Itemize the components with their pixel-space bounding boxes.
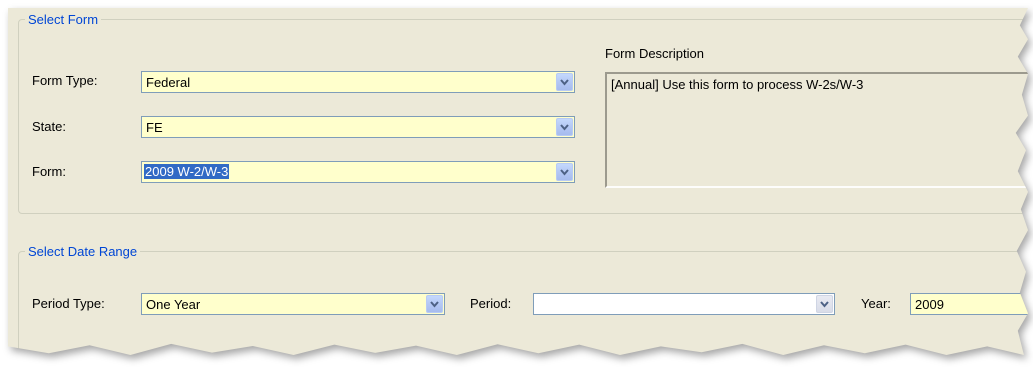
period-type-dropdown[interactable]: One Year	[141, 293, 445, 315]
form-panel: Select Form Form Type: Federal State: FE…	[8, 8, 1028, 355]
form-description-box: [Annual] Use this form to process W-2s/W…	[605, 72, 1028, 188]
state-label: State:	[32, 119, 66, 134]
select-form-legend: Select Form	[28, 12, 99, 27]
year-input[interactable]: 2009	[910, 293, 1028, 315]
screenshot-frame: Select Form Form Type: Federal State: FE…	[0, 0, 1033, 365]
form-value: 2009 W-2/W-3	[144, 164, 230, 179]
chevron-down-icon	[560, 79, 569, 86]
year-value: 2009	[915, 297, 944, 312]
chevron-down-icon	[430, 301, 439, 308]
period-label: Period:	[470, 296, 512, 311]
form-type-dropdown[interactable]: Federal	[141, 71, 575, 93]
chevron-down-icon	[560, 124, 569, 131]
form-dropdown[interactable]: 2009 W-2/W-3	[141, 161, 575, 183]
chevron-down-icon	[820, 301, 829, 308]
form-type-value: Federal	[146, 75, 191, 90]
form-type-dropdown-button[interactable]	[556, 73, 573, 91]
state-dropdown[interactable]: FE	[141, 116, 575, 138]
period-dropdown-button[interactable]	[816, 295, 833, 313]
form-dropdown-button[interactable]	[556, 163, 573, 181]
year-label: Year:	[861, 296, 891, 311]
form-label: Form:	[32, 164, 66, 179]
state-dropdown-button[interactable]	[556, 118, 573, 136]
period-dropdown[interactable]	[533, 293, 835, 315]
period-type-label: Period Type:	[32, 296, 105, 311]
select-date-range-legend: Select Date Range	[28, 244, 138, 259]
state-value: FE	[146, 120, 163, 135]
chevron-down-icon	[560, 169, 569, 176]
period-type-value: One Year	[146, 297, 201, 312]
form-type-label: Form Type:	[32, 73, 98, 88]
period-type-dropdown-button[interactable]	[426, 295, 443, 313]
form-description-label: Form Description	[605, 46, 704, 61]
form-description-text: [Annual] Use this form to process W-2s/W…	[611, 77, 864, 92]
